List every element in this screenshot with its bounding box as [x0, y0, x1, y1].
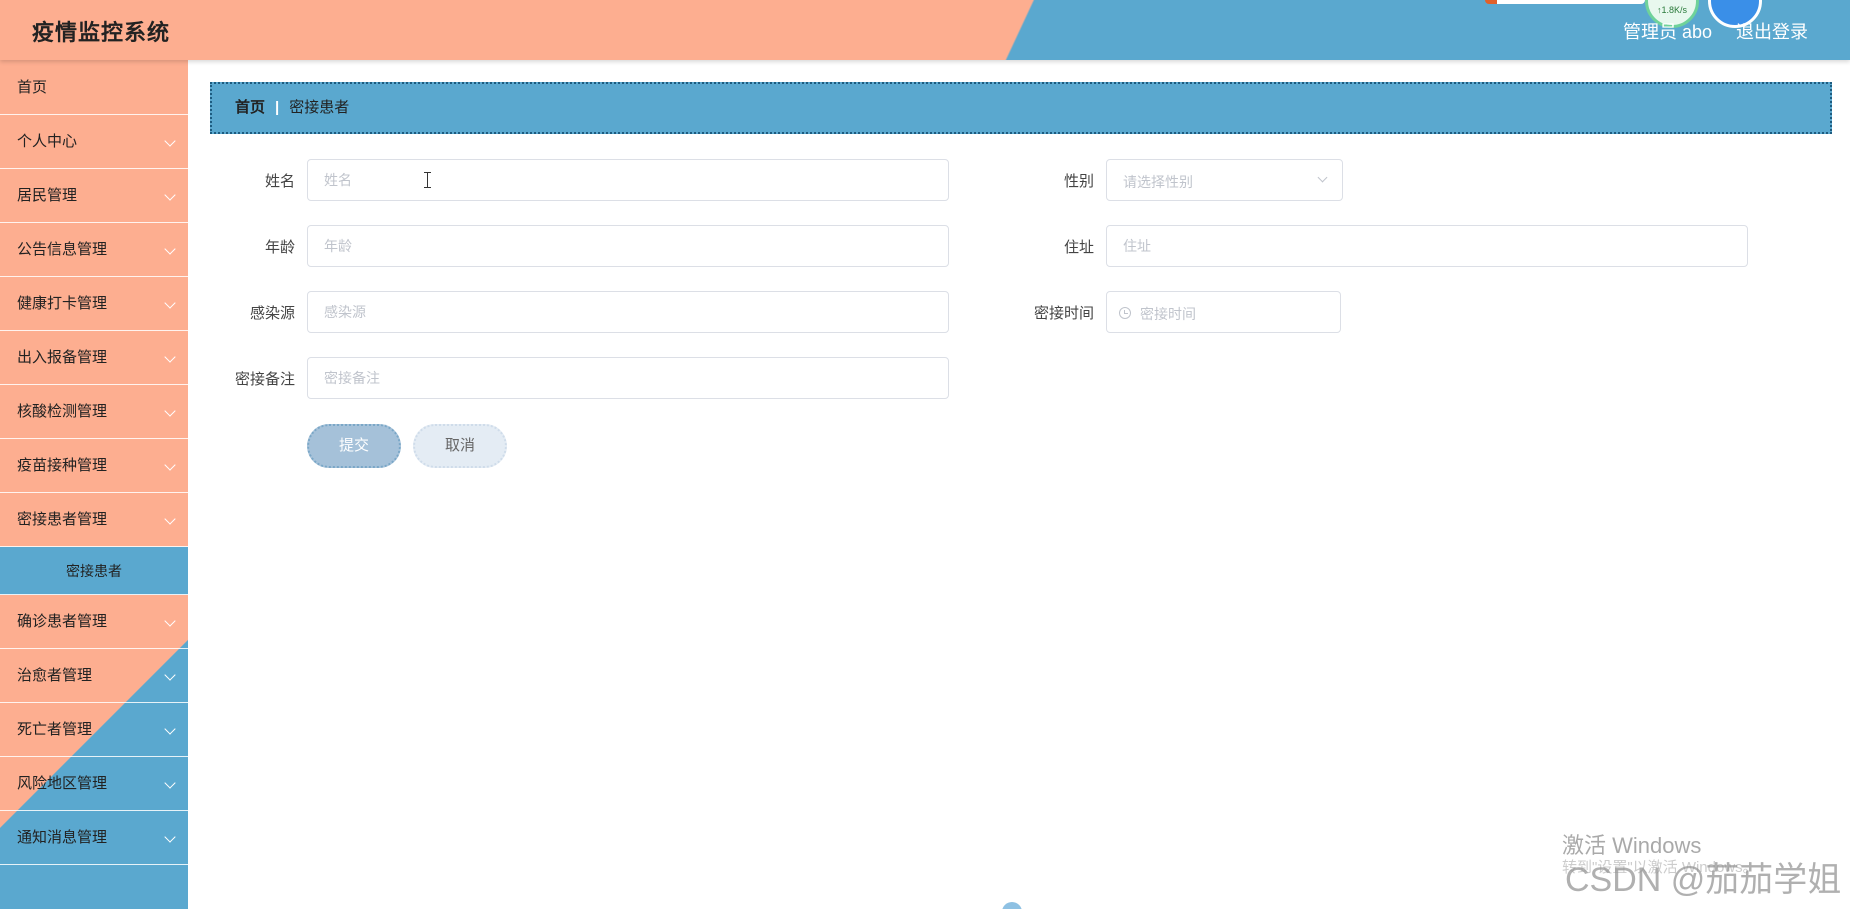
app-header: 疫情监控系统 ↑1.8K/s 管理员 abo 退出登录	[0, 0, 1850, 60]
chevron-down-icon	[1317, 172, 1328, 183]
clock-icon	[1119, 307, 1131, 319]
submit-button[interactable]: 提交	[307, 424, 401, 468]
sidebar-item-label: 首页	[17, 79, 48, 96]
user-label: 管理员 abo	[1623, 22, 1713, 42]
sidebar-item-label: 疫苗接种管理	[17, 457, 108, 474]
sidebar-item-home[interactable]: 首页	[0, 60, 188, 115]
chevron-down-icon	[164, 459, 176, 471]
chevron-down-icon	[164, 243, 176, 255]
sidebar-item-label: 健康打卡管理	[17, 295, 108, 312]
age-label: 年龄	[264, 239, 295, 256]
name-label: 姓名	[264, 173, 295, 190]
breadcrumb-home-link[interactable]: 首页	[235, 99, 265, 116]
age-input[interactable]	[307, 225, 949, 267]
chevron-down-icon	[164, 777, 176, 789]
chevron-down-icon	[164, 615, 176, 627]
name-input[interactable]	[307, 159, 949, 201]
contact-time-label: 密接时间	[1033, 305, 1094, 322]
contact-remark-input[interactable]	[307, 357, 949, 399]
sidebar-item-label: 个人中心	[17, 133, 78, 150]
sidebar-item-travel-report[interactable]: 出入报备管理	[0, 331, 188, 385]
chevron-down-icon	[164, 405, 176, 417]
gender-label: 性别	[1063, 173, 1094, 190]
sidebar-item-personal-center[interactable]: 个人中心	[0, 115, 188, 169]
chevron-down-icon	[164, 669, 176, 681]
sidebar-item-close-contacts[interactable]: 密接患者管理	[0, 493, 188, 547]
sidebar-subitem-close-contact-patients[interactable]: 密接患者	[0, 547, 188, 595]
gender-select-placeholder: 请选择性别	[1123, 174, 1193, 190]
network-speed-text: ↑1.8K/s	[1656, 5, 1687, 15]
sidebar-item-announcements[interactable]: 公告信息管理	[0, 223, 188, 277]
contact-time-placeholder: 密接时间	[1140, 306, 1196, 322]
sidebar-item-vaccination[interactable]: 疫苗接种管理	[0, 439, 188, 493]
chevron-down-icon	[164, 351, 176, 363]
gender-select[interactable]: 请选择性别	[1106, 159, 1343, 201]
cancel-button[interactable]: 取消	[413, 424, 507, 468]
sidebar-item-health-checkin[interactable]: 健康打卡管理	[0, 277, 188, 331]
chevron-up-icon	[164, 513, 176, 525]
sidebar-item-label: 死亡者管理	[17, 721, 93, 738]
sidebar-item-label: 确诊患者管理	[17, 613, 108, 630]
breadcrumb-separator: |	[275, 99, 280, 116]
sidebar-item-label: 风险地区管理	[17, 775, 108, 792]
app-title: 疫情监控系统	[32, 20, 171, 45]
sidebar-item-label: 治愈者管理	[17, 667, 93, 684]
contact-remark-label: 密接备注	[234, 371, 295, 388]
chevron-down-icon	[164, 297, 176, 309]
scroll-indicator[interactable]	[1002, 902, 1022, 909]
breadcrumb-current: 密接患者	[289, 99, 350, 116]
infection-source-label: 感染源	[249, 305, 295, 322]
text-cursor-icon	[424, 172, 434, 188]
sidebar-item-label: 核酸检测管理	[17, 403, 108, 420]
chevron-down-icon	[164, 831, 176, 843]
sidebar-menu: 首页 个人中心 居民管理 公告信息管理 健康打卡管理 出入报备管理 核酸检测管理…	[0, 60, 188, 909]
sidebar-item-label: 通知消息管理	[17, 829, 108, 846]
sidebar-item-confirmed-patients[interactable]: 确诊患者管理	[0, 595, 188, 649]
sidebar-item-nucleic-test[interactable]: 核酸检测管理	[0, 385, 188, 439]
breadcrumb: 首页 | 密接患者	[210, 82, 1832, 134]
sidebar-item-label: 密接患者管理	[17, 511, 108, 528]
sidebar-item-notifications[interactable]: 通知消息管理	[0, 811, 188, 865]
address-label: 住址	[1063, 239, 1094, 256]
network-widget-bar	[1485, 0, 1645, 4]
chevron-down-icon	[164, 189, 176, 201]
contact-time-picker[interactable]: 密接时间	[1106, 291, 1341, 333]
csdn-watermark: CSDN @茄茄学姐	[1565, 861, 1842, 899]
logout-button[interactable]: 退出登录	[1736, 18, 1808, 44]
sidebar-item-label: 公告信息管理	[17, 241, 108, 258]
sidebar-item-residents[interactable]: 居民管理	[0, 169, 188, 223]
chevron-down-icon	[164, 723, 176, 735]
sidebar-item-label: 居民管理	[17, 187, 78, 204]
sidebar-item-deceased[interactable]: 死亡者管理	[0, 703, 188, 757]
sidebar-item-risk-areas[interactable]: 风险地区管理	[0, 757, 188, 811]
chevron-down-icon	[164, 135, 176, 147]
address-input[interactable]	[1106, 225, 1748, 267]
sidebar-item-label: 出入报备管理	[17, 349, 108, 366]
infection-source-input[interactable]	[307, 291, 949, 333]
sidebar-item-recovered[interactable]: 治愈者管理	[0, 649, 188, 703]
